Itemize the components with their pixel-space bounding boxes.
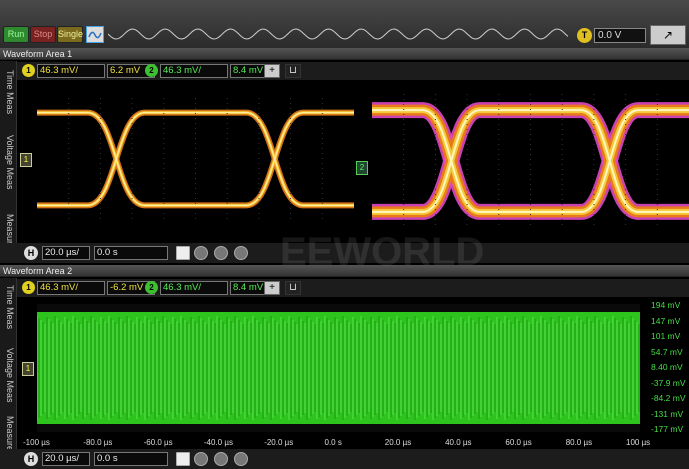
ch-ground-marker-2[interactable]: 1 [22,362,34,376]
eye-trace [372,104,689,218]
x-tick-label: 20.0 µs [384,438,412,447]
pause-icon-2[interactable] [214,452,228,466]
area1-scale-bar: 1 46.3 mV/ 6.2 mV 2 46.3 mV/ 8.4 mV + ⊔ [17,62,689,80]
channel-1-badge-2[interactable]: 1 [22,281,35,294]
single-button[interactable]: Single [57,26,83,43]
ch2-scale-field[interactable]: 46.3 mV/ [160,64,228,78]
area2-scale-bar: 1 46.3 mV/ -6.2 mV 2 46.3 mV/ 8.4 mV + ⊔ [17,279,689,297]
eye-trace [372,102,689,220]
eye-trace [37,109,354,209]
tab-time-meas-2[interactable]: Time Meas [2,282,15,332]
pause-icon[interactable] [214,246,228,260]
eye-trace [372,107,689,215]
eye-diagram-ch1 [37,98,354,220]
ch2-scale-field-2[interactable]: 46.3 mV/ [160,281,228,295]
channel-1-badge[interactable]: 1 [22,64,35,77]
eye-trace [372,109,689,213]
y-tick-label: -131 mV [651,408,684,419]
x-tick-label: -100 µs [23,438,50,447]
ch1-scale-field-2[interactable]: 46.3 mV/ [37,281,105,295]
x-tick-label: -80.0 µs [83,438,113,447]
tab-voltage-meas[interactable]: Voltage Meas [2,127,15,197]
add-channel-button[interactable]: + [264,64,280,78]
x-tick-label: 60.0 µs [505,438,532,447]
eye-diagram-ch2 [372,94,689,228]
bracket-icon[interactable]: ⊔ [285,64,301,78]
area2-side-tabs: Time Meas Voltage Meas Measure [0,278,17,451]
bracket-icon-2[interactable]: ⊔ [285,281,301,295]
horizontal-badge-2[interactable]: H [24,452,38,466]
y-tick-label: 147 mV [651,315,681,326]
watermark: EEWORLD [280,230,485,274]
y-tick-label: -37.9 mV [651,377,686,388]
y-tick-label: 101 mV [651,331,681,341]
area1-side-tabs: Time Meas Voltage Meas Measure [0,61,17,261]
settings-icon[interactable] [234,246,248,260]
acquisition-overview-wave [108,28,568,40]
y-tick-label: 194 mV [651,300,681,310]
x-tick-label: -20.0 µs [264,438,294,447]
x-tick-label: 80.0 µs [565,438,593,447]
channel-2-badge[interactable]: 2 [145,64,158,77]
toolbar: Run Stop Single T 0.0 V ↗ [0,0,689,48]
trigger-edge-icon[interactable]: ↗ [650,25,686,45]
horizontal-scale-field-2[interactable]: 20.0 µs/ [42,452,90,466]
tab-time-meas[interactable]: Time Meas [2,67,15,117]
horizontal-badge[interactable]: H [24,246,38,260]
eye-trace [372,104,689,218]
y-tick-label: 54.7 mV [651,346,683,357]
zoom-icon[interactable] [194,246,208,260]
eye-trace [37,111,354,207]
waveform-display-icon[interactable] [86,26,104,43]
checkbox[interactable] [176,246,190,260]
eye-trace [37,112,354,206]
x-tick-label: 0.0 s [324,438,342,447]
x-tick-label: 40.0 µs [445,438,472,447]
tab-measure-2[interactable]: Measure [2,416,15,451]
waveform-ch2-trace [36,304,640,432]
eye-trace [372,107,689,215]
x-tick-label: -60.0 µs [143,438,173,447]
area2-horizontal-bar: H 20.0 µs/ 0.0 s [0,449,689,469]
eye-trace [37,112,354,206]
trigger-badge: T [577,28,592,43]
horizontal-scale-field[interactable]: 20.0 µs/ [42,246,90,260]
eye-trace [372,102,689,220]
x-tick-label: -40.0 µs [203,438,233,447]
settings-icon-2[interactable] [234,452,248,466]
checkbox-2[interactable] [176,452,190,466]
ch1-ground-marker[interactable]: 1 [20,153,32,167]
eye-trace [37,111,354,207]
add-channel-button-2[interactable]: + [264,281,280,295]
stop-button[interactable]: Stop [30,26,56,43]
x-tick-label: 100 µs [626,438,651,447]
y-tick-label: -177 mV [651,424,684,434]
horizontal-position-field-2[interactable]: 0.0 s [94,452,168,466]
zoom-icon-2[interactable] [194,452,208,466]
run-button[interactable]: Run [3,26,29,43]
y-tick-label: 8.40 mV [651,362,683,372]
trigger-level-field[interactable]: 0.0 V [594,28,646,43]
eye-trace [372,109,689,213]
y-tick-label: -84.2 mV [651,393,686,403]
horizontal-position-field[interactable]: 0.0 s [94,246,168,260]
ch1-scale-field[interactable]: 46.3 mV/ [37,64,105,78]
tab-voltage-meas-2[interactable]: Voltage Meas [2,340,15,410]
channel-2-badge-2[interactable]: 2 [145,281,158,294]
waveform-area-1-title: Waveform Area 1 [0,48,689,60]
eye-trace [37,109,354,209]
ch2-ground-marker[interactable]: 2 [356,161,368,175]
